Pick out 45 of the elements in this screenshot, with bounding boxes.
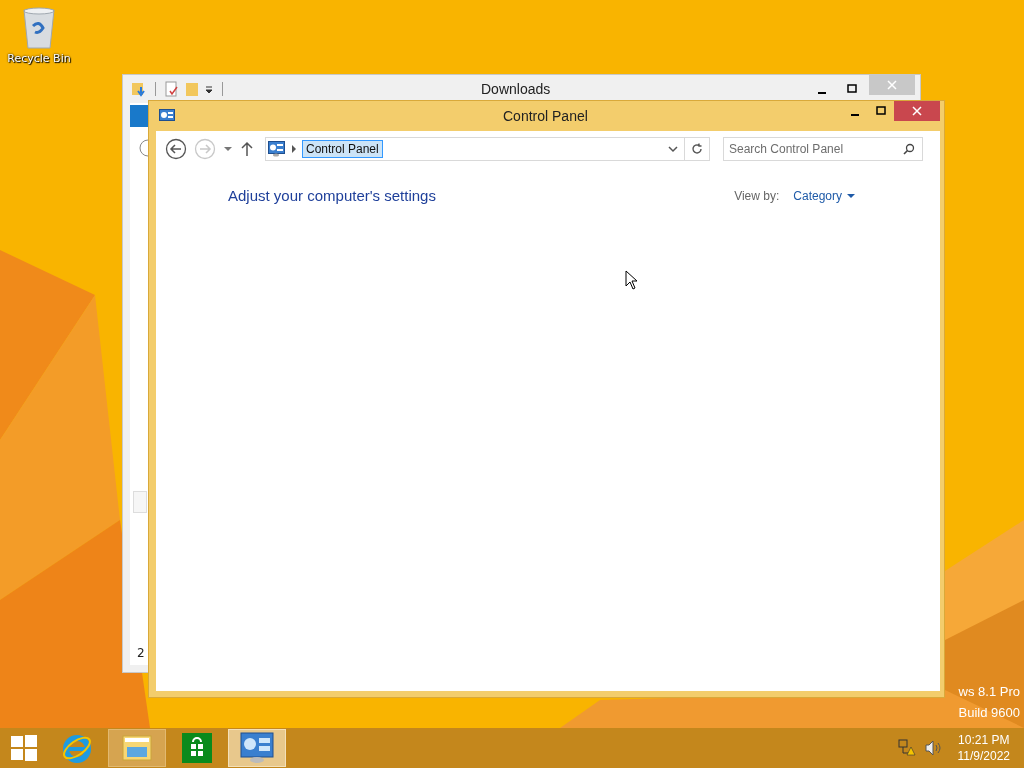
search-field[interactable]: Search Control Panel bbox=[723, 137, 923, 161]
caret-icon bbox=[847, 192, 855, 199]
chevron-icon bbox=[291, 145, 297, 153]
view-by-dropdown[interactable]: Category bbox=[793, 188, 855, 203]
view-by-label: View by: bbox=[734, 188, 780, 203]
clock-time: 10:21 PM bbox=[958, 733, 1010, 747]
control-panel-icon bbox=[240, 732, 274, 764]
up-arrow-icon[interactable] bbox=[240, 141, 254, 157]
recycle-bin-icon[interactable] bbox=[21, 6, 57, 50]
maximize-icon bbox=[876, 106, 886, 116]
refresh-button[interactable] bbox=[684, 137, 710, 161]
clock-date: 11/9/2022 bbox=[957, 749, 1010, 763]
control-panel-icon bbox=[268, 141, 286, 157]
minimize-icon bbox=[851, 114, 859, 116]
ribbon-tab-strip[interactable] bbox=[130, 105, 150, 127]
properties-icon[interactable] bbox=[164, 81, 180, 97]
page-heading: Adjust your computer's settings bbox=[228, 187, 436, 204]
watermark-text: ws 8.1 Pro bbox=[958, 684, 1020, 699]
status-text: 2 bbox=[137, 646, 145, 660]
folder-icon bbox=[121, 733, 153, 763]
windows-logo-icon bbox=[11, 735, 37, 761]
maximize-icon bbox=[847, 84, 857, 94]
dropdown-icon[interactable] bbox=[668, 145, 678, 153]
network-warning-icon[interactable] bbox=[897, 739, 916, 757]
taskbar-button[interactable] bbox=[108, 729, 166, 767]
taskbar-button[interactable] bbox=[228, 729, 286, 767]
watermark-text: Build 9600 bbox=[958, 705, 1020, 720]
back-icon[interactable] bbox=[165, 138, 187, 160]
search-icon[interactable] bbox=[903, 143, 915, 155]
caret-icon[interactable] bbox=[223, 144, 233, 154]
window-title: Downloads bbox=[481, 81, 551, 97]
close-icon bbox=[887, 80, 897, 90]
breadcrumb[interactable]: Control Panel bbox=[302, 140, 383, 158]
back-icon[interactable] bbox=[139, 139, 148, 157]
window-title: Control Panel bbox=[503, 108, 588, 124]
minimize-icon bbox=[818, 92, 826, 94]
speaker-icon[interactable] bbox=[923, 739, 942, 757]
cursor-icon bbox=[625, 270, 639, 290]
close-icon bbox=[912, 106, 922, 116]
address-bar[interactable]: Control Panel bbox=[265, 137, 685, 161]
refresh-icon bbox=[691, 143, 703, 155]
folder-download-icon[interactable] bbox=[131, 81, 147, 97]
control-panel-icon[interactable] bbox=[159, 109, 175, 123]
store-bag-icon bbox=[182, 733, 212, 763]
browser-e-icon bbox=[61, 732, 93, 764]
